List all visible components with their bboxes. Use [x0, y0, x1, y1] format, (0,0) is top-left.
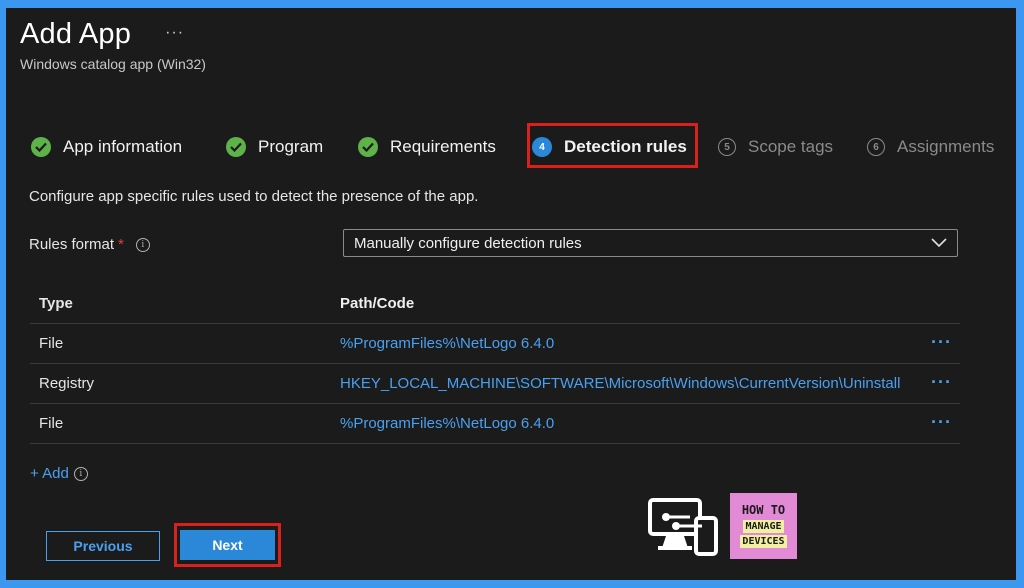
- step-label: Program: [258, 137, 324, 156]
- rule-path-link[interactable]: HKEY_LOCAL_MACHINE\SOFTWARE\Microsoft\Wi…: [340, 375, 920, 392]
- add-rule-link[interactable]: + Add i: [30, 465, 88, 482]
- step-number-badge: 5: [718, 138, 736, 156]
- detection-rules-highlight: [527, 123, 698, 168]
- row-more-button[interactable]: ···: [931, 412, 952, 433]
- column-header-type: Type: [39, 294, 73, 312]
- checkmark-circle-icon: [226, 137, 246, 157]
- next-button[interactable]: Next: [180, 530, 275, 560]
- page-subtitle: Windows catalog app (Win32): [20, 56, 206, 72]
- step-number-badge: 6: [867, 138, 885, 156]
- detection-rules-table: Type Path/Code File %ProgramFiles%\NetLo…: [30, 283, 960, 444]
- add-rule-label: + Add: [30, 465, 69, 482]
- table-row[interactable]: Registry HKEY_LOCAL_MACHINE\SOFTWARE\Mic…: [30, 364, 960, 404]
- step-assignments[interactable]: 6 Assignments: [867, 129, 994, 165]
- step-label: App information: [63, 137, 183, 156]
- devices-logo-icon: [648, 498, 718, 556]
- chevron-down-icon: [931, 236, 947, 253]
- checkmark-circle-icon: [358, 137, 378, 157]
- page-title: Add App: [20, 18, 132, 50]
- step-scope-tags[interactable]: 5 Scope tags: [718, 129, 833, 165]
- rules-format-label-row: Rules format * i: [29, 236, 150, 253]
- step-label: Requirements: [390, 137, 496, 156]
- title-row: Add App ···: [20, 18, 184, 51]
- row-more-button[interactable]: ···: [931, 372, 952, 393]
- table-row[interactable]: File %ProgramFiles%\NetLogo 6.4.0 ···: [30, 404, 960, 444]
- rules-format-dropdown[interactable]: Manually configure detection rules: [343, 229, 958, 257]
- info-icon[interactable]: i: [135, 237, 150, 252]
- step-label: Scope tags: [748, 137, 834, 156]
- table-header: Type Path/Code: [30, 283, 960, 324]
- more-options-button[interactable]: ···: [165, 24, 184, 42]
- step-app-information[interactable]: App information: [31, 129, 182, 165]
- rule-type: File: [39, 415, 64, 432]
- rule-path-link[interactable]: %ProgramFiles%\NetLogo 6.4.0: [340, 415, 920, 432]
- checkmark-circle-icon: [31, 137, 51, 157]
- column-header-path: Path/Code: [340, 294, 415, 312]
- rules-format-label: Rules format: [29, 236, 115, 253]
- step-requirements[interactable]: Requirements: [358, 129, 496, 165]
- how-to-manage-devices-logo: HOW TO MANAGE DEVICES: [730, 493, 797, 559]
- rule-type: File: [39, 335, 64, 352]
- step-label: Assignments: [897, 137, 995, 156]
- rule-path-link[interactable]: %ProgramFiles%\NetLogo 6.4.0: [340, 335, 920, 352]
- section-description: Configure app specific rules used to det…: [29, 188, 479, 205]
- required-marker: *: [118, 236, 124, 253]
- info-icon[interactable]: i: [73, 466, 88, 481]
- row-more-button[interactable]: ···: [931, 332, 952, 353]
- logo-text-line1: HOW TO: [741, 503, 786, 517]
- add-app-blade: Add App ··· Windows catalog app (Win32) …: [6, 8, 1016, 580]
- table-row[interactable]: File %ProgramFiles%\NetLogo 6.4.0 ···: [30, 324, 960, 364]
- rules-format-value: Manually configure detection rules: [354, 234, 582, 252]
- logo-text-line2: MANAGE: [743, 520, 784, 533]
- logo-text-line3: DEVICES: [740, 535, 787, 548]
- step-program[interactable]: Program: [226, 129, 323, 165]
- wizard-steps: App information Program Requirements 4 D…: [6, 129, 1016, 169]
- rule-type: Registry: [39, 375, 95, 392]
- previous-button[interactable]: Previous: [46, 531, 160, 561]
